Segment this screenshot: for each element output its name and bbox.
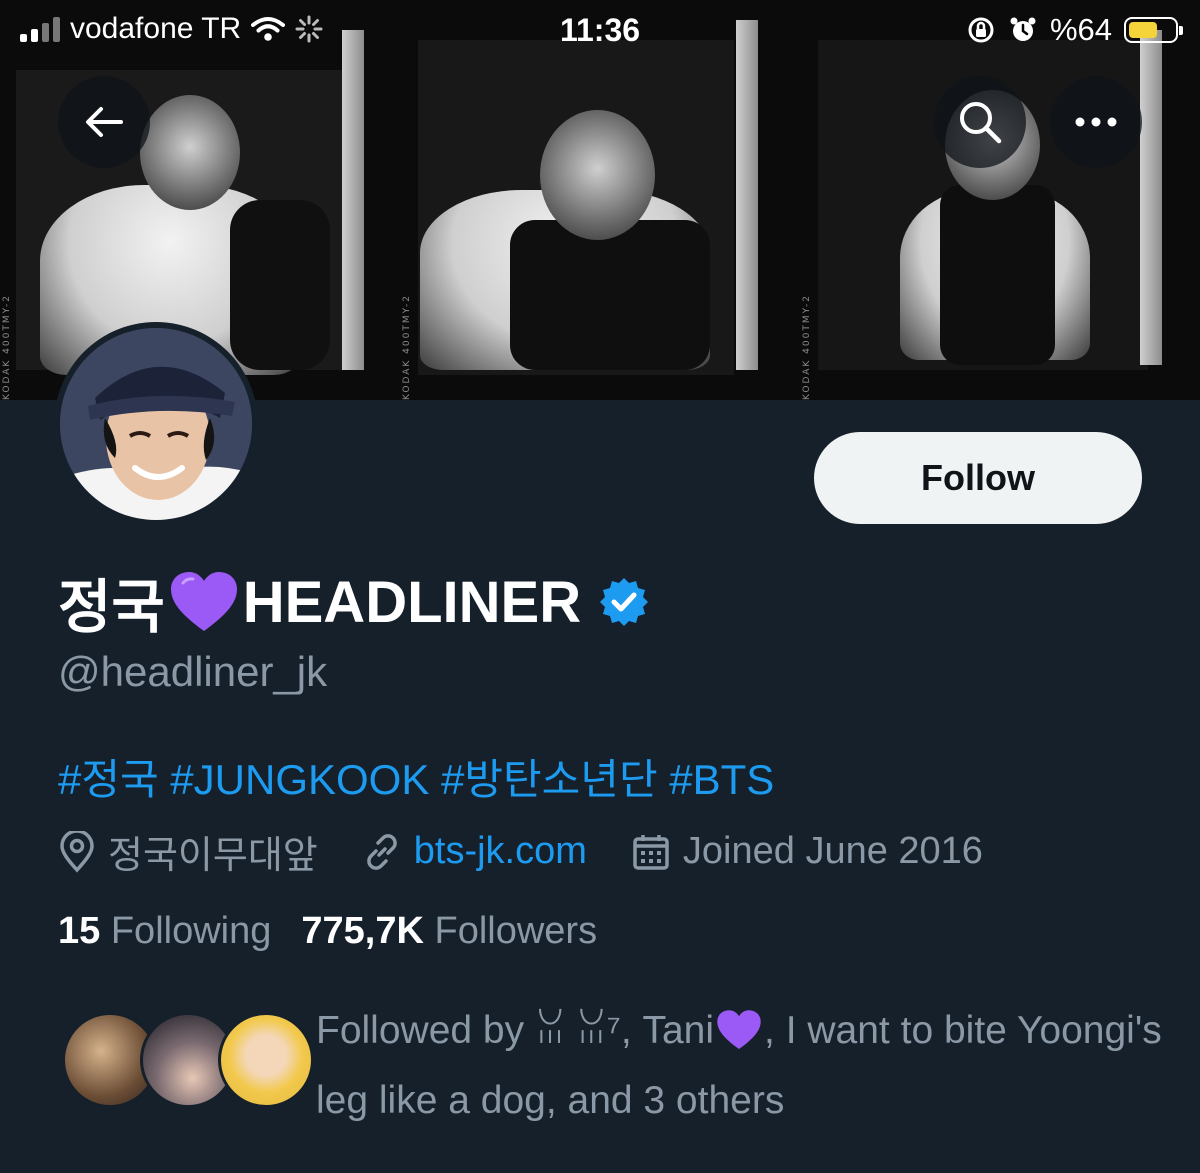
mutual-avatar-3 [218,1012,314,1108]
followers-count: 775,7K [301,910,424,952]
photo-figure-face [140,95,240,210]
avatar-portrait [60,328,252,520]
film-stripe [1140,30,1162,365]
website-item[interactable]: bts-jk.com [362,830,587,873]
display-name: 정국 HEADLINER [58,560,651,644]
link-icon [366,833,397,870]
status-bar: vodafone TR 11:36 %64 [0,0,1200,62]
location-pin-icon [60,830,94,873]
photo-figure-vest [940,185,1055,365]
photo-figure-vest [510,220,710,370]
following-label: Following [110,910,272,952]
followed-by-prefix: Followed by [316,1009,535,1052]
followed-by-names: ꈍ ꈍ⁷, Tani [534,1009,715,1052]
search-button[interactable] [934,76,1026,168]
more-icon [1075,117,1117,127]
alarm-icon [1010,17,1036,41]
rotation-lock-icon [968,17,994,43]
verified-badge-icon [600,578,649,626]
battery-icon [1124,17,1183,43]
joined-item: Joined June 2016 [631,830,983,873]
location-item: 정국이무대앞 [58,824,318,879]
avatar-image [60,328,252,520]
follow-button[interactable]: Follow [814,432,1142,524]
user-handle: @headliner_jk [58,648,328,695]
battery-level [1129,22,1157,38]
purple-heart-icon [170,572,237,631]
location-text: 정국이무대앞 [108,835,318,877]
display-name-korean: 정국 [58,575,165,640]
followers-label: Followers [434,910,598,952]
photo-figure-jacket [230,200,330,370]
calendar-icon [633,834,669,870]
display-name-suffix: HEADLINER [242,569,582,635]
film-stripe [736,20,758,370]
website-link[interactable]: bts-jk.com [414,830,587,873]
followers-link[interactable]: 775,7K Followers [301,910,597,953]
joined-date: Joined June 2016 [682,830,983,872]
following-count: 15 [58,910,101,952]
purple-heart-icon [717,1010,761,1050]
profile-meta: 정국이무대앞 bts-jk.com Joined June 2016 [58,824,1027,879]
following-link[interactable]: 15 Following [58,910,271,953]
back-button[interactable] [58,76,150,168]
followed-by-text[interactable]: Followed by ꈍ ꈍ⁷, Tani , I want to bite … [316,996,1176,1136]
film-stripe [342,30,364,370]
more-options-button[interactable] [1050,76,1142,168]
search-icon [960,102,1002,144]
back-arrow-icon [86,107,123,137]
follow-counts: 15 Following 775,7K Followers [58,910,627,953]
profile-bio[interactable]: #정국 #JUNGKOOK #방탄소년단 #BTS [58,746,774,807]
photo-figure-face [540,110,655,240]
status-right: %64 [966,12,1183,48]
mutual-followers-avatars[interactable] [62,1012,314,1112]
battery-percentage: %64 [1049,12,1112,47]
profile-avatar[interactable] [54,322,258,526]
